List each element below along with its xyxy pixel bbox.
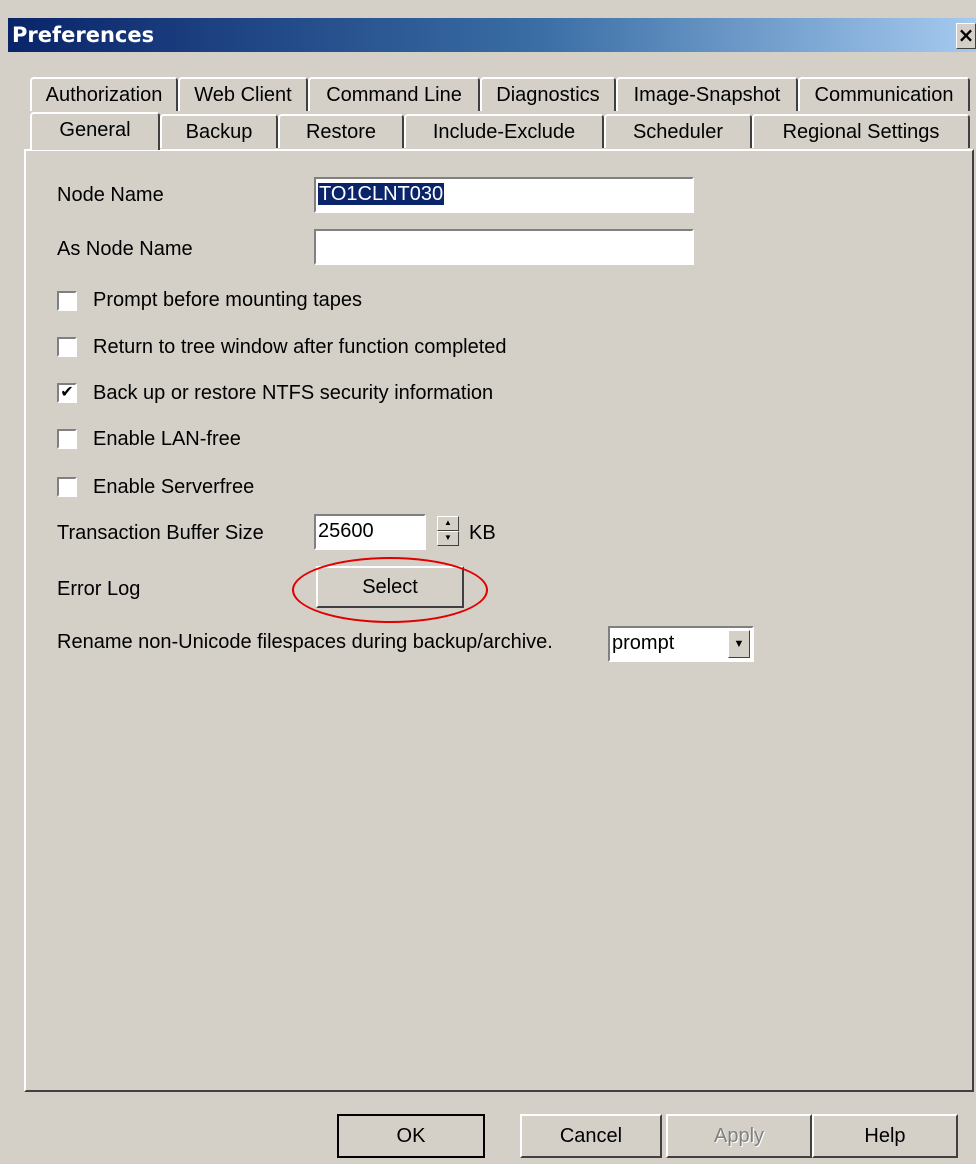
- help-button[interactable]: Help: [812, 1114, 958, 1158]
- rename-dropdown[interactable]: prompt ▼: [608, 626, 754, 662]
- node-name-value: TO1CLNT030: [318, 183, 445, 205]
- tab-backup[interactable]: Backup: [160, 114, 278, 148]
- tab-restore[interactable]: Restore: [278, 114, 404, 148]
- error-log-label: Error Log: [57, 578, 141, 600]
- node-name-field[interactable]: TO1CLNT030: [314, 177, 694, 213]
- node-name-label: Node Name: [57, 184, 164, 206]
- dropdown-arrow-icon[interactable]: ▼: [728, 630, 750, 658]
- window-title: Preferences: [12, 23, 155, 47]
- tab-scheduler[interactable]: Scheduler: [604, 114, 752, 148]
- tab-include-exclude[interactable]: Include-Exclude: [404, 114, 604, 148]
- tab-general[interactable]: General: [30, 112, 160, 150]
- checkbox-return-tree-label: Return to tree window after function com…: [93, 336, 507, 358]
- checkbox-serverfree-label: Enable Serverfree: [93, 476, 255, 498]
- tx-buffer-field[interactable]: 25600: [314, 514, 426, 550]
- cancel-button[interactable]: Cancel: [520, 1114, 662, 1158]
- checkbox-prompt-mount-label: Prompt before mounting tapes: [93, 289, 363, 311]
- spin-down-icon: ▼: [444, 533, 452, 542]
- tx-buffer-label: Transaction Buffer Size: [57, 522, 264, 544]
- rename-label: Rename non-Unicode filespaces during bac…: [57, 631, 553, 653]
- ok-button[interactable]: OK: [337, 1114, 485, 1158]
- apply-button[interactable]: Apply: [666, 1114, 812, 1158]
- preferences-window: Preferences × Authorization Web Client C…: [0, 0, 976, 1164]
- tab-regional-settings[interactable]: Regional Settings: [752, 114, 970, 148]
- tab-image-snapshot[interactable]: Image-Snapshot: [616, 77, 798, 111]
- checkbox-prompt-mount[interactable]: [57, 291, 77, 311]
- spin-down-button[interactable]: ▼: [437, 531, 459, 546]
- spin-up-icon: ▲: [444, 518, 452, 527]
- rename-dropdown-value: prompt: [612, 632, 675, 654]
- spin-up-button[interactable]: ▲: [437, 516, 459, 531]
- checkbox-lan-free[interactable]: [57, 429, 77, 449]
- tab-command-line[interactable]: Command Line: [308, 77, 480, 111]
- as-node-name-field[interactable]: [314, 229, 694, 265]
- close-button[interactable]: ×: [956, 23, 976, 49]
- tx-buffer-unit: KB: [469, 522, 496, 544]
- checkbox-return-tree[interactable]: [57, 337, 77, 357]
- tab-web-client[interactable]: Web Client: [178, 77, 308, 111]
- as-node-name-label: As Node Name: [57, 238, 193, 260]
- tab-diagnostics[interactable]: Diagnostics: [480, 77, 616, 111]
- title-bar[interactable]: Preferences ×: [8, 18, 976, 52]
- checkbox-serverfree[interactable]: [57, 477, 77, 497]
- tab-authorization[interactable]: Authorization: [30, 77, 178, 111]
- checkbox-ntfs-security[interactable]: ✔: [57, 383, 77, 403]
- tab-communication[interactable]: Communication: [798, 77, 970, 111]
- highlight-oval: [292, 557, 488, 623]
- checkmark-icon: ✔: [60, 384, 74, 401]
- checkbox-lan-free-label: Enable LAN-free: [93, 428, 241, 450]
- checkbox-ntfs-security-label: Back up or restore NTFS security informa…: [93, 382, 494, 404]
